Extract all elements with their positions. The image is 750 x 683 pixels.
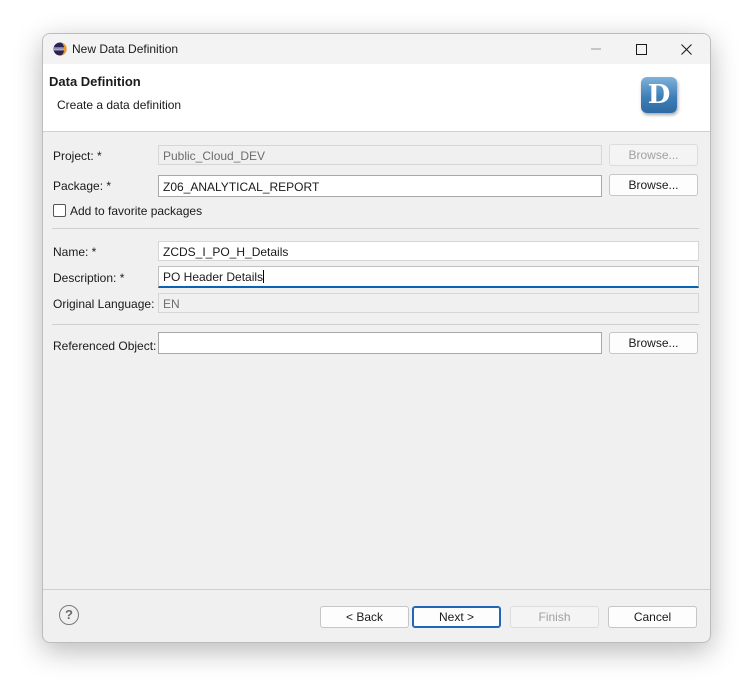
wizard-subtitle: Create a data definition — [57, 98, 182, 112]
eclipse-icon — [53, 42, 67, 56]
description-value: PO Header Details — [163, 270, 264, 284]
favorite-checkbox[interactable] — [53, 204, 66, 217]
help-icon[interactable]: ? — [59, 605, 79, 625]
favorite-checkbox-label[interactable]: Add to favorite packages — [70, 204, 202, 218]
project-field: Public_Cloud_DEV — [158, 145, 602, 165]
original-language-field: EN — [158, 293, 699, 313]
project-label: Project: * — [53, 149, 102, 163]
description-label: Description: * — [53, 271, 125, 285]
separator — [52, 324, 699, 325]
minimize-button[interactable] — [573, 34, 619, 64]
original-language-label: Original Language: — [53, 297, 155, 311]
new-data-definition-dialog: New Data Definition Data Definition Crea… — [42, 33, 711, 643]
referenced-object-browse-button[interactable]: Browse... — [609, 332, 698, 354]
referenced-object-field[interactable] — [158, 332, 602, 354]
wizard-banner: Data Definition Create a data definition… — [43, 64, 710, 132]
data-definition-logo-icon: D — [641, 77, 677, 113]
maximize-icon — [635, 43, 647, 55]
name-field[interactable]: ZCDS_I_PO_H_Details — [158, 241, 699, 261]
close-button[interactable] — [663, 34, 709, 64]
package-browse-button[interactable]: Browse... — [609, 174, 698, 196]
window-title: New Data Definition — [72, 42, 179, 56]
package-field[interactable]: Z06_ANALYTICAL_REPORT — [158, 175, 602, 197]
project-browse-button: Browse... — [609, 144, 698, 166]
description-field[interactable]: PO Header Details — [158, 266, 699, 288]
package-label: Package: * — [53, 179, 112, 193]
footer-separator — [43, 589, 710, 590]
cancel-button[interactable]: Cancel — [608, 606, 697, 628]
title-bar[interactable]: New Data Definition — [43, 34, 710, 64]
next-button[interactable]: Next > — [412, 606, 501, 628]
wizard-title: Data Definition — [49, 74, 141, 89]
back-button[interactable]: < Back — [320, 606, 409, 628]
maximize-button[interactable] — [618, 34, 664, 64]
text-caret — [263, 270, 265, 283]
minimize-icon — [591, 48, 601, 50]
close-icon — [680, 43, 692, 55]
referenced-object-label: Referenced Object: — [53, 339, 157, 353]
finish-button: Finish — [510, 606, 599, 628]
separator — [52, 228, 699, 229]
name-label: Name: * — [53, 245, 97, 259]
